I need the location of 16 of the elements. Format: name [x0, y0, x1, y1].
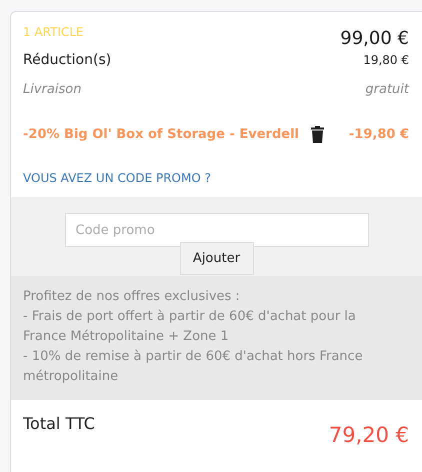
subtotal-amount: 99,00 € — [340, 28, 409, 49]
trash-icon[interactable] — [311, 126, 324, 142]
offer-line: - 10% de remise à partir de 60€ d'achat hors France métropolitaine — [23, 348, 364, 386]
offer-line: - Frais de port offert à partir de 60€ d'achat pour la France Métropolitaine + Zone 1 — [23, 308, 357, 346]
summary-value: 19,80 € — [363, 53, 409, 67]
promo-code-field[interactable]: Code promo — [64, 213, 368, 247]
total-label: Total TTC — [23, 414, 95, 433]
discount-amount: -19,80 € — [348, 126, 409, 142]
summary-label: Livraison — [23, 82, 82, 96]
summary-value: gratuit — [365, 82, 409, 96]
discount-label: -20% Big Ol' Box of Storage - Everdell — [23, 126, 299, 142]
offers-heading: Profitez de nos offres exclusives : — [23, 288, 241, 306]
promo-code-link[interactable]: VOUS AVEZ UN CODE PROMO ? — [23, 171, 409, 185]
item-count: 1 ARTICLE — [23, 25, 84, 39]
summary-label: Réduction(s) — [23, 52, 112, 68]
total-amount: 79,20 € — [328, 423, 409, 447]
